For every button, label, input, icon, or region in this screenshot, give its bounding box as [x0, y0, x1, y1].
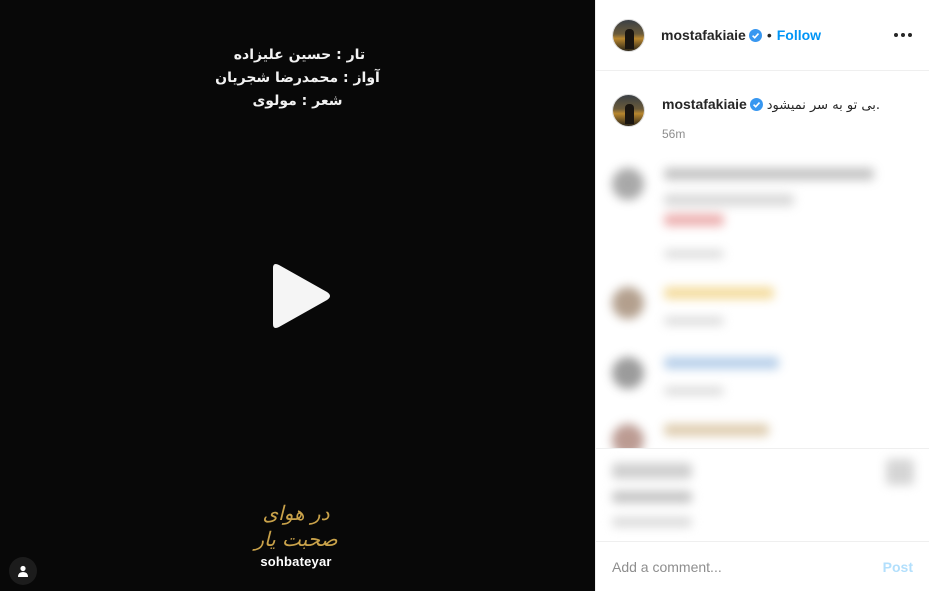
add-comment-bar: Post — [596, 541, 929, 591]
follow-button[interactable]: Follow — [777, 27, 821, 43]
credit-line: آواز : محمدرضا شجریان — [215, 70, 380, 86]
user-icon — [18, 565, 28, 577]
video-credits: تار : حسین علیزاده آواز : محمدرضا شجریان… — [0, 44, 595, 113]
post-actions — [596, 448, 929, 541]
avatar[interactable] — [612, 94, 645, 127]
video-player[interactable]: تار : حسین علیزاده آواز : محمدرضا شجریان… — [0, 0, 595, 591]
channel-logo: در هوای صحبت یار sohbateyar — [250, 500, 342, 569]
header-username[interactable]: mostafakiaie — [661, 27, 746, 43]
more-horizontal-icon[interactable] — [893, 26, 913, 44]
post-timestamp: 56m — [662, 127, 686, 141]
credit-line: تار : حسین علیزاده — [233, 47, 366, 63]
avatar[interactable] — [612, 18, 645, 52]
separator-dot: • — [766, 27, 772, 43]
play-icon[interactable] — [267, 262, 333, 330]
verified-badge-icon — [749, 98, 763, 111]
comments-section[interactable]: mostafakiaie بی تو به سر نمیشود. 56m — [596, 72, 929, 448]
post-header: mostafakiaie • Follow — [596, 0, 929, 71]
caption-text: بی تو به سر نمیشود. — [766, 98, 880, 113]
tagged-users-button[interactable] — [9, 557, 37, 585]
blurred-comments — [596, 152, 929, 448]
post-button[interactable]: Post — [883, 559, 913, 575]
logo-script: در هوای صحبت یار — [254, 501, 338, 551]
verified-badge-icon — [748, 28, 762, 42]
caption-username[interactable]: mostafakiaie — [662, 96, 747, 112]
credit-line: شعر : مولوی — [252, 93, 343, 109]
post-caption: mostafakiaie بی تو به سر نمیشود. — [612, 94, 880, 127]
post-sidebar: mostafakiaie • Follow mostafakiaie بی تو… — [595, 0, 929, 591]
logo-wordmark: sohbateyar — [260, 554, 332, 569]
comment-input[interactable] — [612, 558, 883, 575]
